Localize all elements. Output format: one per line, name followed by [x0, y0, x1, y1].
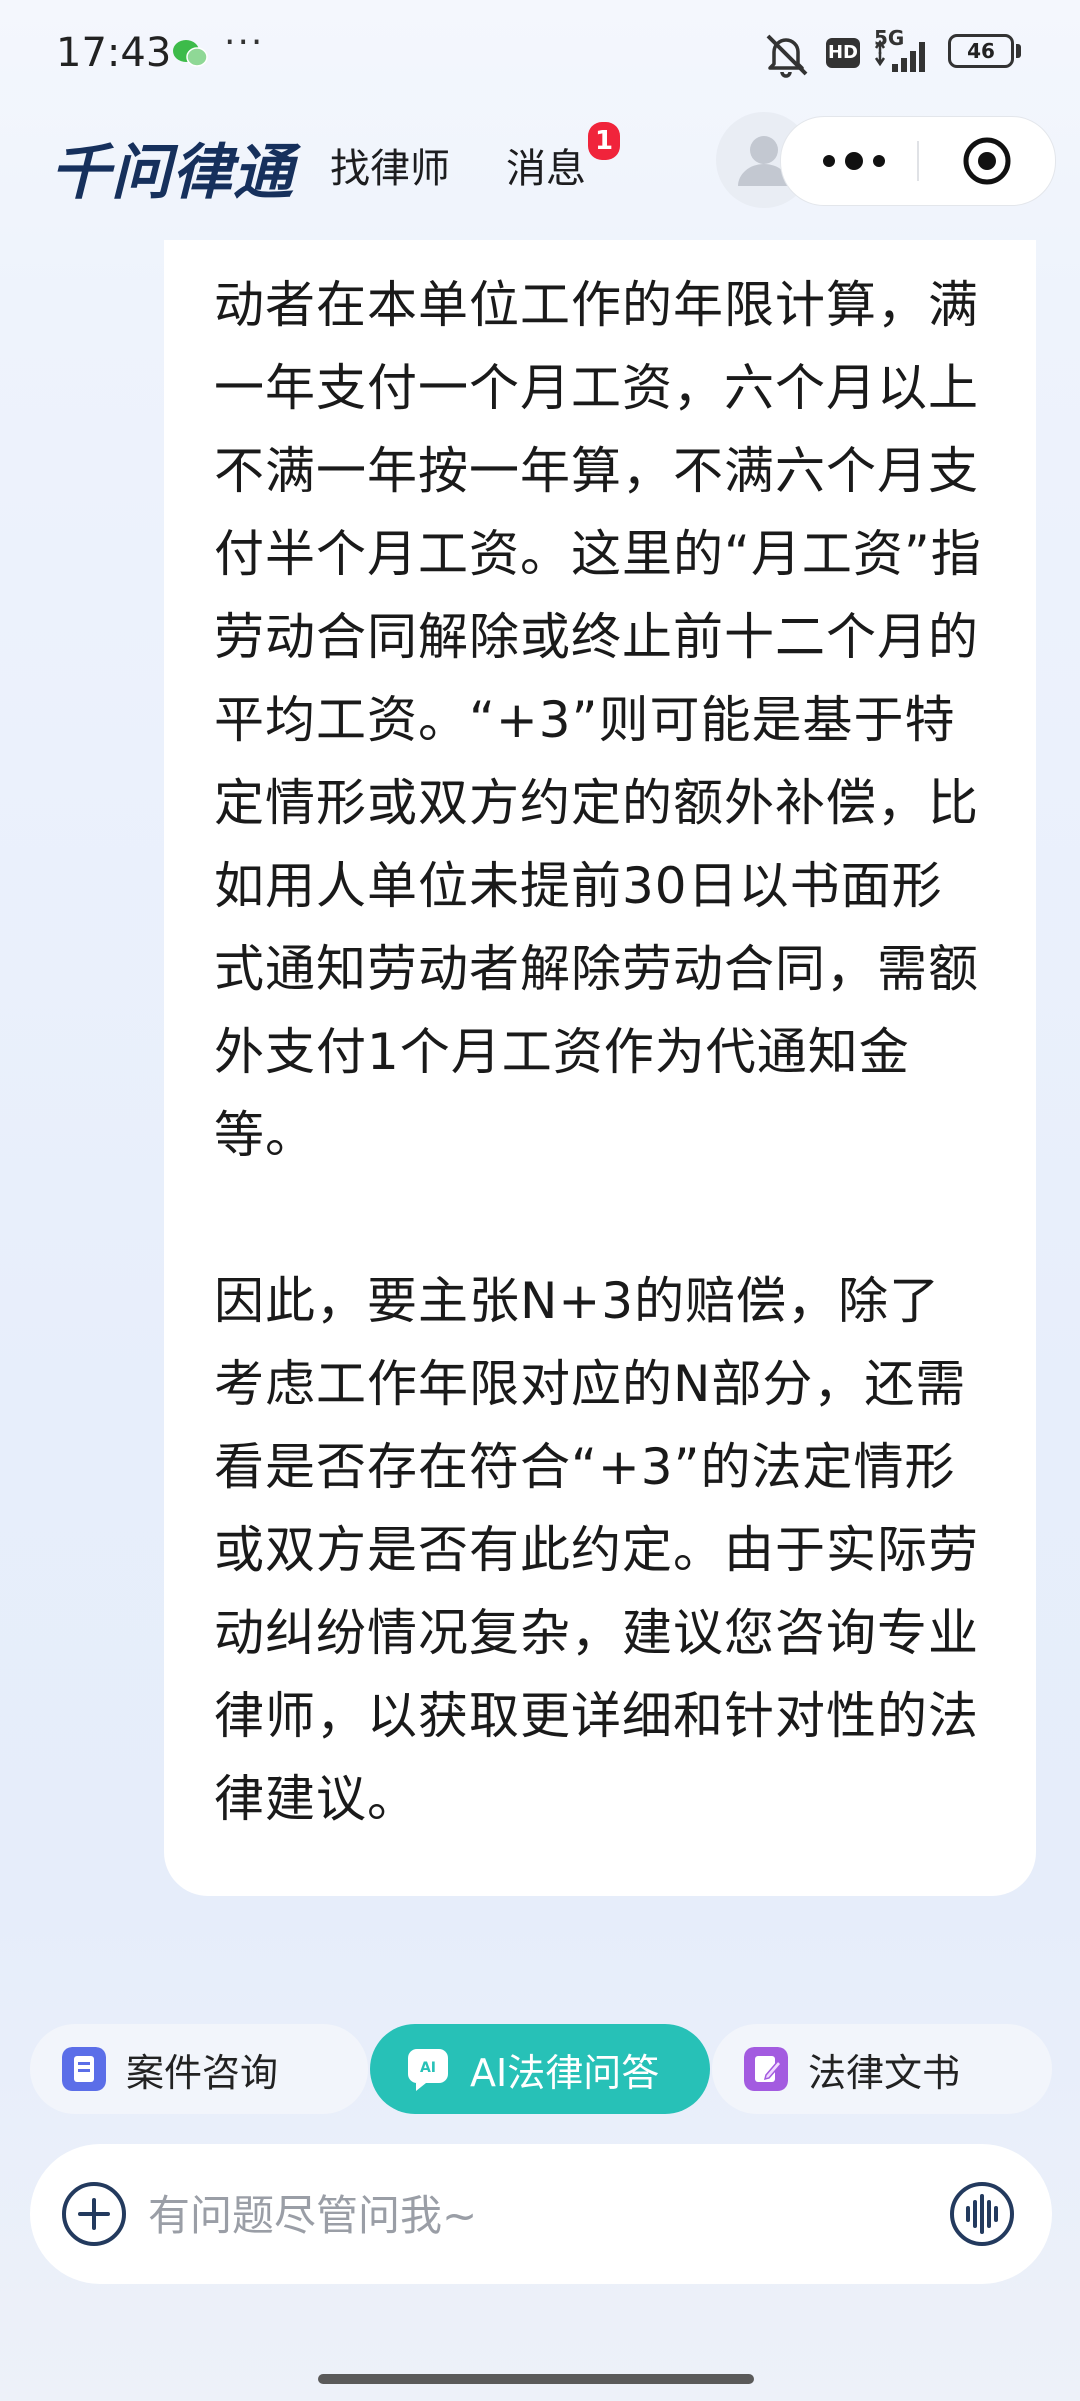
battery-level: 46 [967, 39, 995, 63]
hd-icon: HD [826, 38, 860, 68]
document-icon [744, 2047, 788, 2091]
ai-chat-icon: AI [408, 2049, 448, 2091]
close-target-icon[interactable] [961, 135, 1013, 187]
plus-icon[interactable] [60, 2180, 128, 2248]
status-bar: 17:43 ··· HD 5G 46 [0, 0, 1080, 110]
status-time: 17:43 [56, 30, 172, 76]
case-icon [62, 2047, 106, 2091]
brand-logo: 千问律通 [50, 138, 294, 208]
answer-card: 动者在本单位工作的年限计算，满一年支付一个月工资，六个月以上不满一年按一年算，不… [164, 240, 1036, 1896]
home-indicator[interactable] [318, 2374, 754, 2384]
chat-input-bar [30, 2144, 1052, 2284]
mini-program-capsule [780, 116, 1056, 206]
battery-icon: 46 [948, 34, 1014, 68]
header: 千问律通 找律师 消息 1 [0, 110, 1080, 228]
svg-text:AI: AI [420, 2060, 436, 2076]
tab-ai-legal-qa[interactable]: AI AI法律问答 [370, 2024, 710, 2114]
battery-tip [1016, 44, 1021, 58]
status-more-dots: ··· [224, 22, 265, 63]
capsule-divider [917, 141, 919, 181]
function-tabs: 案件咨询 AI AI法律问答 法律文书 [0, 2024, 1080, 2116]
tab-legal-documents[interactable]: 法律文书 [712, 2024, 1052, 2114]
answer-text: 动者在本单位工作的年限计算，满一年支付一个月工资，六个月以上不满一年按一年算，不… [214, 264, 984, 1841]
tab-label: 案件咨询 [126, 2050, 279, 2095]
answer-paragraph: 动者在本单位工作的年限计算，满一年支付一个月工资，六个月以上不满一年按一年算，不… [214, 276, 982, 1164]
nav-messages[interactable]: 消息 [506, 136, 586, 194]
answer-paragraph: 因此，要主张N+3的赔偿，除了考虑工作年限对应的N部分，还需看是否存在符合“+3… [214, 1272, 979, 1828]
question-input[interactable] [146, 2174, 930, 2256]
tab-case-consult[interactable]: 案件咨询 [30, 2024, 368, 2114]
tab-label: AI法律问答 [470, 2050, 660, 2095]
mute-icon [766, 34, 808, 78]
wechat-icon [173, 40, 208, 67]
tab-label: 法律文书 [808, 2050, 961, 2095]
more-icon[interactable] [819, 147, 889, 175]
messages-badge: 1 [588, 122, 620, 160]
signal-icon [874, 39, 925, 72]
nav-find-lawyer[interactable]: 找律师 [330, 136, 450, 194]
voice-icon[interactable] [948, 2180, 1016, 2248]
